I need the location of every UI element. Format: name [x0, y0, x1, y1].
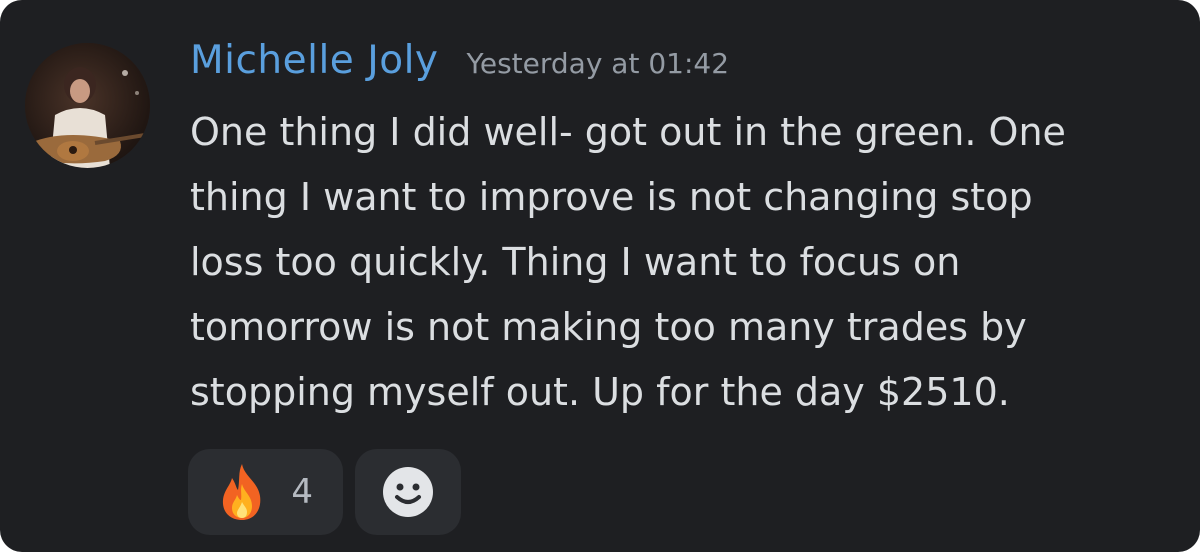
fire-reaction-count: 4 — [291, 472, 313, 512]
username[interactable]: Michelle Joly — [190, 38, 438, 83]
message-line: loss too quickly. Thing I want to focus … — [190, 240, 961, 284]
message-line: thing I want to improve is not changing … — [190, 175, 1033, 219]
message-line: One thing I did well- got out in the gre… — [190, 110, 1066, 154]
message-timestamp: Yesterday at 01:42 — [466, 47, 730, 80]
add-reaction-smile-icon — [383, 467, 433, 517]
message-header: Michelle Joly Yesterday at 01:42 — [190, 38, 729, 98]
message-card: Michelle Joly Yesterday at 01:42 One thi… — [0, 0, 1200, 552]
add-reaction-button[interactable] — [355, 449, 461, 535]
message-line: stopping myself out. Up for the day $251… — [190, 370, 1010, 414]
user-avatar[interactable] — [25, 43, 150, 168]
message-line: tomorrow is not making too many trades b… — [190, 305, 1027, 349]
fire-reaction-button[interactable]: 4 — [188, 449, 343, 535]
message-content: One thing I did well- got out in the gre… — [190, 100, 1180, 425]
avatar-photo — [25, 43, 150, 168]
fire-icon — [222, 464, 261, 520]
reactions-bar: 4 — [188, 449, 461, 535]
